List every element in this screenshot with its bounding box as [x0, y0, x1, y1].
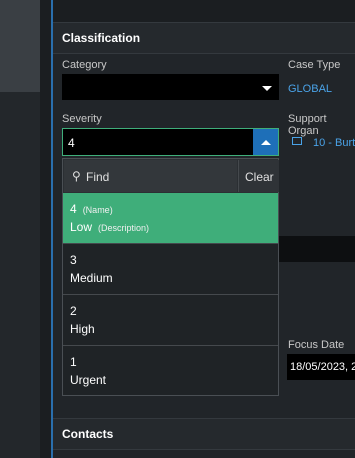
clear-label: Clear [245, 170, 274, 184]
clear-button[interactable]: Clear [238, 160, 279, 192]
contacts-header[interactable]: Contacts [53, 418, 355, 450]
search-icon: ⚲ [72, 169, 81, 183]
support-org-label: Support Organ [288, 113, 327, 137]
left-panel-header [0, 0, 40, 92]
severity-input[interactable]: 4 [62, 128, 279, 156]
list-item[interactable]: 1 Urgent [63, 346, 278, 395]
support-org-value[interactable]: 10 - Burt [313, 137, 355, 149]
focus-date-value: 18/05/2023, 2 [290, 361, 355, 373]
find-row: ⚲ Find Clear [63, 159, 279, 194]
organization-icon [292, 137, 302, 145]
field-bar [279, 236, 355, 262]
severity-toggle-button[interactable] [253, 129, 278, 155]
focus-date-input[interactable]: 18/05/2023, 2 [287, 354, 355, 380]
option-name: 3 [70, 253, 77, 267]
option-name: 1 [70, 355, 77, 369]
severity-dropdown: ⚲ Find Clear 4 (Name) Low (Description) 3 … [62, 158, 279, 396]
list-item[interactable]: 3 Medium [63, 244, 278, 295]
case-type-label: Case Type [288, 59, 341, 71]
option-description: Medium [70, 271, 113, 285]
focus-date-label: Focus Date [288, 339, 345, 351]
section-title: Classification [62, 31, 141, 45]
find-input[interactable]: ⚲ Find [64, 160, 237, 192]
find-placeholder: Find [86, 170, 110, 184]
description-hint: (Description) [98, 223, 150, 233]
list-item[interactable]: 4 (Name) Low (Description) [63, 193, 278, 244]
list-item[interactable]: 2 High [63, 295, 278, 346]
option-name: 4 (Name) [70, 202, 113, 216]
severity-label: Severity [62, 113, 102, 125]
option-description: High [70, 322, 95, 336]
section-title: Contacts [62, 427, 114, 441]
chevron-down-icon [262, 86, 272, 91]
option-name: 2 [70, 304, 77, 318]
top-bar [53, 0, 355, 22]
panel-divider[interactable] [51, 0, 53, 458]
case-type-value[interactable]: GLOBAL [288, 83, 332, 95]
option-description: Urgent [70, 373, 107, 387]
category-select[interactable] [62, 74, 279, 100]
option-description: Low (Description) [70, 220, 150, 234]
name-hint: (Name) [82, 205, 113, 215]
severity-value: 4 [68, 136, 75, 150]
category-label: Category [62, 59, 107, 71]
chevron-up-icon [261, 140, 271, 145]
classification-header[interactable]: Classification [53, 22, 355, 54]
